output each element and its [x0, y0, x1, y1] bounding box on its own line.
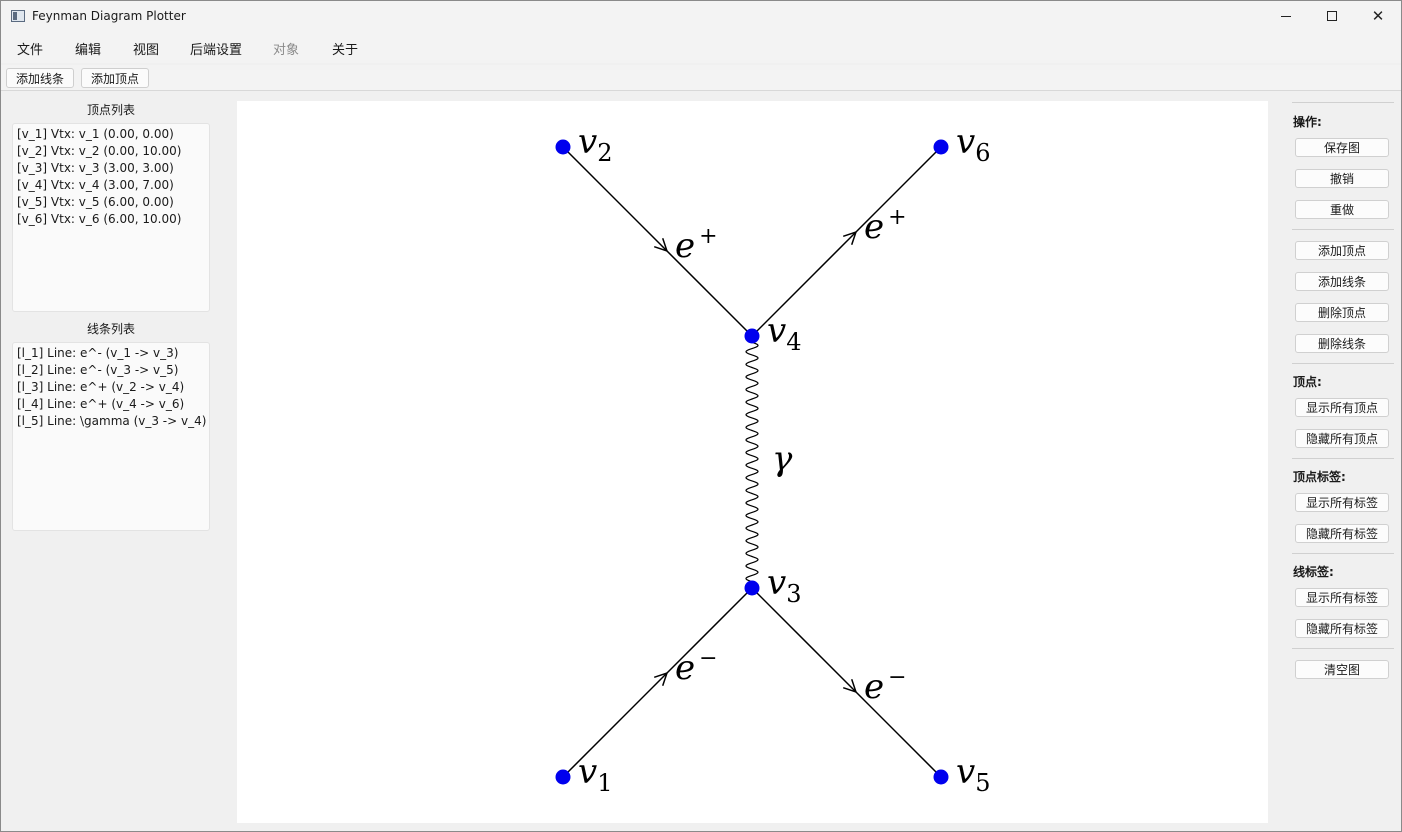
- maximize-icon: [1327, 11, 1337, 21]
- line-list-item[interactable]: [l_2] Line: e^- (v_3 -> v_5): [17, 362, 205, 379]
- vertex-dot[interactable]: [933, 139, 949, 155]
- hide-line-labels-button[interactable]: 隐藏所有标签: [1295, 619, 1389, 638]
- separator: [1292, 363, 1394, 364]
- separator: [1292, 229, 1394, 230]
- vertex-label: v4: [767, 311, 802, 356]
- undo-button[interactable]: 撤销: [1295, 169, 1389, 188]
- vertex-dot[interactable]: [744, 328, 760, 344]
- vertex-list-item[interactable]: [v_6] Vtx: v_6 (6.00, 10.00): [17, 211, 205, 228]
- line-label: e +: [863, 205, 907, 248]
- vertex-list-item[interactable]: [v_1] Vtx: v_1 (0.00, 0.00): [17, 126, 205, 143]
- menu-file[interactable]: 文件: [17, 39, 43, 58]
- menu-view[interactable]: 视图: [133, 39, 159, 58]
- fermion-line[interactable]: [751, 587, 942, 778]
- minimize-button[interactable]: [1263, 1, 1309, 31]
- menu-object[interactable]: 对象: [273, 39, 299, 58]
- line-list-item[interactable]: [l_1] Line: e^- (v_1 -> v_3): [17, 345, 205, 362]
- line-label-heading: 线标签:: [1293, 565, 1334, 579]
- menu-backend-settings[interactable]: 后端设置: [190, 39, 242, 58]
- vertex-list-item[interactable]: [v_5] Vtx: v_5 (6.00, 0.00): [17, 194, 205, 211]
- vertex-label: v1: [578, 752, 613, 797]
- toolbar-add-line-button[interactable]: 添加线条: [6, 68, 75, 88]
- hide-all-vertices-button[interactable]: 隐藏所有顶点: [1295, 429, 1389, 448]
- add-line-button[interactable]: 添加线条: [1295, 272, 1389, 291]
- delete-vertex-button[interactable]: 删除顶点: [1295, 303, 1389, 322]
- vertex-label: v5: [956, 752, 991, 797]
- show-line-labels-button[interactable]: 显示所有标签: [1295, 588, 1389, 607]
- line-list[interactable]: [l_1] Line: e^- (v_1 -> v_3) [l_2] Line:…: [12, 342, 210, 531]
- vertex-list-item[interactable]: [v_4] Vtx: v_4 (3.00, 7.00): [17, 177, 205, 194]
- menu-bar: 文件 编辑 视图 后端设置 对象 关于: [1, 33, 1401, 63]
- redo-button[interactable]: 重做: [1295, 200, 1389, 219]
- app-window: Feynman Diagram Plotter ✕ 文件 编辑 视图 后端设置 …: [0, 0, 1402, 832]
- vertex-dot[interactable]: [555, 769, 571, 785]
- photon-line[interactable]: [745, 335, 759, 589]
- maximize-button[interactable]: [1309, 1, 1355, 31]
- save-button[interactable]: 保存图: [1295, 138, 1389, 157]
- vertex-dot[interactable]: [555, 139, 571, 155]
- app-icon: [11, 10, 25, 22]
- line-list-item[interactable]: [l_3] Line: e^+ (v_2 -> v_4): [17, 379, 205, 396]
- right-panel: 操作: 保存图 撤销 重做 添加顶点 添加线条 删除顶点 删除线条 顶点: 显示…: [1284, 95, 1401, 831]
- show-vertex-labels-button[interactable]: 显示所有标签: [1295, 493, 1389, 512]
- vertex-list-item[interactable]: [v_2] Vtx: v_2 (0.00, 10.00): [17, 143, 205, 160]
- show-all-vertices-button[interactable]: 显示所有顶点: [1295, 398, 1389, 417]
- vertex-dot[interactable]: [933, 769, 949, 785]
- toolbar: 添加线条 添加顶点: [1, 65, 1401, 91]
- hide-vertex-labels-button[interactable]: 隐藏所有标签: [1295, 524, 1389, 543]
- line-list-item[interactable]: [l_4] Line: e^+ (v_4 -> v_6): [17, 396, 205, 413]
- minimize-icon: [1281, 15, 1291, 17]
- vertex-list-item[interactable]: [v_3] Vtx: v_3 (3.00, 3.00): [17, 160, 205, 177]
- line-label: e −: [674, 646, 718, 689]
- line-label: γ: [772, 439, 793, 479]
- vertex-list-title: 顶点列表: [86, 103, 135, 117]
- clear-diagram-button[interactable]: 清空图: [1295, 660, 1389, 679]
- line-list-title: 线条列表: [86, 322, 135, 336]
- vertex-label: v6: [956, 122, 991, 167]
- separator: [1292, 553, 1394, 554]
- vertex-heading: 顶点:: [1293, 375, 1322, 389]
- add-vertex-button[interactable]: 添加顶点: [1295, 241, 1389, 260]
- vertex-dot[interactable]: [744, 580, 760, 596]
- close-icon: ✕: [1371, 7, 1385, 25]
- title-bar: Feynman Diagram Plotter ✕: [1, 1, 1401, 33]
- vertex-label-heading: 顶点标签:: [1293, 470, 1346, 484]
- vertex-label: v3: [767, 563, 802, 608]
- menu-edit[interactable]: 编辑: [75, 39, 101, 58]
- menu-about[interactable]: 关于: [332, 39, 358, 58]
- operations-heading: 操作:: [1293, 115, 1322, 129]
- separator: [1292, 648, 1394, 649]
- separator: [1292, 102, 1394, 103]
- fermion-line[interactable]: [751, 146, 942, 337]
- line-label: e +: [674, 223, 718, 266]
- separator: [1292, 458, 1394, 459]
- window-title: Feynman Diagram Plotter: [32, 9, 186, 23]
- toolbar-add-vertex-button[interactable]: 添加顶点: [81, 68, 150, 88]
- line-list-item[interactable]: [l_5] Line: \gamma (v_3 -> v_4): [17, 413, 206, 430]
- vertex-label: v2: [578, 122, 613, 167]
- fermion-line[interactable]: [562, 587, 753, 778]
- vertex-list[interactable]: [v_1] Vtx: v_1 (0.00, 0.00) [v_2] Vtx: v…: [12, 123, 210, 312]
- fermion-line[interactable]: [562, 146, 753, 337]
- delete-line-button[interactable]: 删除线条: [1295, 334, 1389, 353]
- diagram-canvas[interactable]: e − e − e + e + γ v1 v2 v3 v4 v5 v6: [237, 101, 1268, 823]
- close-button[interactable]: ✕: [1355, 1, 1401, 31]
- diagram-svg[interactable]: [237, 101, 1268, 823]
- line-label: e −: [863, 664, 907, 707]
- left-panel: 顶点列表 [v_1] Vtx: v_1 (0.00, 0.00) [v_2] V…: [1, 92, 221, 831]
